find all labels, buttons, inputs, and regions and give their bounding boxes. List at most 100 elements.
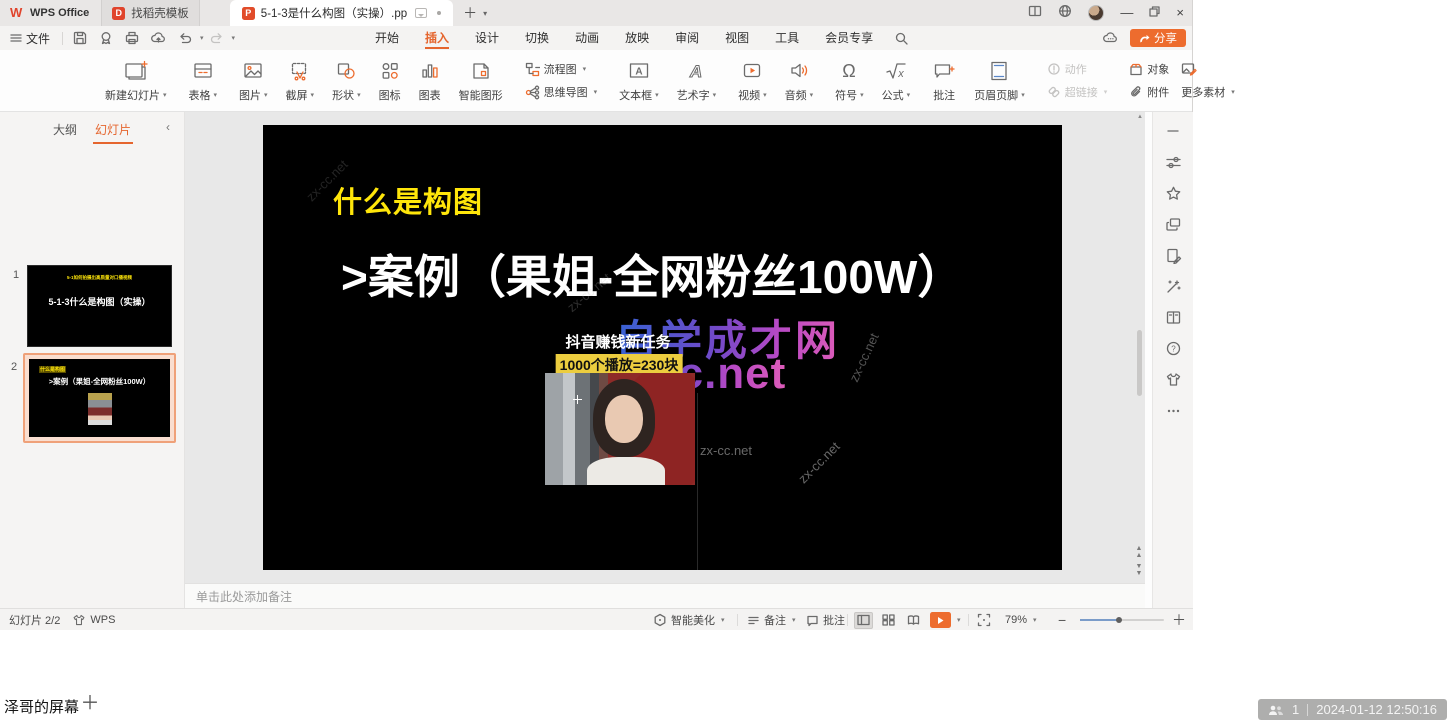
search-icon[interactable] [894,31,909,46]
menu-view[interactable]: 视图 [712,26,762,50]
notes-bar[interactable]: 单击此处添加备注 [185,583,1145,608]
new-slide-button[interactable]: 新建幻灯片▾ [96,50,176,111]
zoom-slider-thumb[interactable] [1116,617,1122,623]
icon-library-button[interactable]: 图标 [370,50,410,111]
slide-caption-line1[interactable]: 抖音赚钱新任务 [565,331,670,352]
scroll-up-icon[interactable]: ▲ [1136,114,1144,120]
user-avatar[interactable] [1088,5,1104,21]
undo-icon[interactable] [177,30,193,46]
fit-screen-button[interactable] [977,609,991,631]
flowchart-button[interactable]: 流程图▾ [525,61,598,77]
menu-transition[interactable]: 切换 [512,26,562,50]
shapes-button[interactable]: 形状▾ [323,50,370,111]
picture-button[interactable]: 图片▾ [230,50,277,111]
split-view-icon[interactable] [1028,4,1042,23]
more-ellipsis-icon[interactable] [1164,401,1182,419]
slide-title-text[interactable]: >案例（果姐-全网粉丝100W） [341,241,963,307]
material-library-icon[interactable] [1164,215,1182,233]
save-icon[interactable] [72,30,88,46]
menu-animation[interactable]: 动画 [562,26,612,50]
chart-button[interactable]: 图表 [410,50,450,111]
header-footer-button[interactable]: 页眉页脚▾ [965,50,1034,111]
table-button[interactable]: 表格▾ [180,50,227,111]
comment-status-button[interactable]: 批注 [806,609,845,631]
collapse-panel-icon[interactable]: ‹ [166,120,170,134]
cloud-status-icon[interactable] [1102,30,1120,47]
zoom-out-button[interactable]: − [1058,609,1066,631]
app-logo[interactable]: WPS Office [0,0,101,26]
screenshot-button[interactable]: 截屏▾ [277,50,324,111]
textbox-button[interactable]: A 文本框▾ [610,50,668,111]
close-button[interactable]: × [1176,0,1184,26]
formula-button[interactable]: x 公式▾ [873,50,920,111]
print-icon[interactable] [124,30,140,46]
smart-beautify-wand-icon[interactable] [1164,277,1182,295]
zoom-level-button[interactable]: 79%▾ [1005,609,1037,631]
audio-button[interactable]: 音频▾ [776,50,823,111]
file-menu[interactable]: 文件 [0,30,58,47]
comment-bubble-icon[interactable] [415,8,427,18]
slide-canvas[interactable]: 什么是构图 >案例（果姐-全网粉丝100W） 自学成才网 zx-cc.net 抖… [263,125,1062,570]
wordart-button[interactable]: A 艺术字▾ [668,50,726,111]
view-normal-button[interactable] [854,609,873,631]
object-button[interactable]: 对象 [1129,61,1169,77]
more-assets-icon-button[interactable] [1181,61,1235,77]
menu-member[interactable]: 会员专享 [812,26,886,50]
tab-slides[interactable]: 幻灯片 [95,121,131,138]
prev-slide-icon[interactable]: ▲▲ [1136,545,1143,559]
menu-slideshow[interactable]: 放映 [612,26,662,50]
minimize-button[interactable]: — [1120,0,1133,26]
slide-header-text[interactable]: 什么是构图 [333,179,483,221]
tab-docer-template[interactable]: D 找稻壳模板 [101,0,200,26]
skin-shirt-icon[interactable] [1164,370,1182,388]
menu-insert[interactable]: 插入 [412,26,462,50]
tab-outline[interactable]: 大纲 [53,121,77,138]
mindmap-button[interactable]: 思维导图▾ [525,84,598,100]
cloud-sync-icon[interactable] [150,30,167,46]
slide-photo[interactable] [545,373,695,485]
new-tab-button[interactable]: ＋ [463,0,477,26]
editor-canvas[interactable]: 什么是构图 >案例（果姐-全网粉丝100W） 自学成才网 zx-cc.net 抖… [185,112,1145,583]
slide-thumbnail-2-selected[interactable]: 什么是构图 >案例（果姐-全网粉丝100W） [23,353,176,443]
next-slide-icon[interactable]: ▼▼ [1136,563,1143,577]
restore-button[interactable] [1149,0,1160,26]
menu-review[interactable]: 审阅 [662,26,712,50]
play-slideshow-button[interactable]: ▾ [930,609,961,631]
menu-tools[interactable]: 工具 [762,26,812,50]
more-assets-button[interactable]: 更多素材▾ [1181,84,1235,100]
add-slide-button[interactable]: ＋ [78,688,102,715]
menu-home[interactable]: 开始 [362,26,412,50]
tab-list-caret-icon[interactable]: ▾ [483,9,487,18]
quickbar-caret-icon[interactable]: ▾ [232,34,236,42]
help-icon[interactable]: ? [1164,339,1182,357]
attachment-button[interactable]: 附件 [1129,84,1169,100]
layout-book-icon[interactable] [1164,308,1182,326]
comment-button[interactable]: 批注 [923,50,965,111]
smart-beautify-button[interactable]: 智能美化▾ [653,609,725,631]
globe-icon[interactable] [1058,4,1072,23]
zoom-slider[interactable] [1080,619,1164,621]
collapse-rail-icon[interactable] [1164,122,1182,140]
design-doc-icon[interactable] [1164,246,1182,264]
properties-sliders-icon[interactable] [1164,153,1182,171]
notes-button[interactable]: 备注▾ [747,609,796,631]
normal-view-icon [857,614,870,626]
menu-design[interactable]: 设计 [462,26,512,50]
view-read-button[interactable] [904,609,923,631]
canvas-scrollbar[interactable]: ▲ [1136,114,1144,581]
stamp-icon[interactable] [98,30,114,46]
share-button[interactable]: 分享 [1130,29,1186,47]
wps-skin-button[interactable]: WPS [72,609,115,631]
scrollbar-thumb[interactable] [1137,330,1142,396]
undo-caret-icon[interactable]: ▾ [200,34,204,42]
zoom-in-button[interactable]: ＋ [1172,609,1186,631]
smart-graphic-button[interactable]: 智能图形 [450,50,512,111]
favorites-star-icon[interactable] [1164,184,1182,202]
object-group: 对象 附件 更多素材▾ [1120,50,1244,111]
tab-current-document[interactable]: P 5-1-3是什么构图（实操）.pp [230,0,453,26]
video-button[interactable]: 视频▾ [729,50,776,111]
slide-thumbnail-1[interactable]: 5-1如何拍摄出高质量对口播视频 5-1-3什么是构图（实操） [27,265,172,347]
dropdown-caret-icon: ▾ [1033,616,1037,624]
symbol-button[interactable]: Ω 符号▾ [826,50,873,111]
view-grid-button[interactable] [879,609,898,631]
